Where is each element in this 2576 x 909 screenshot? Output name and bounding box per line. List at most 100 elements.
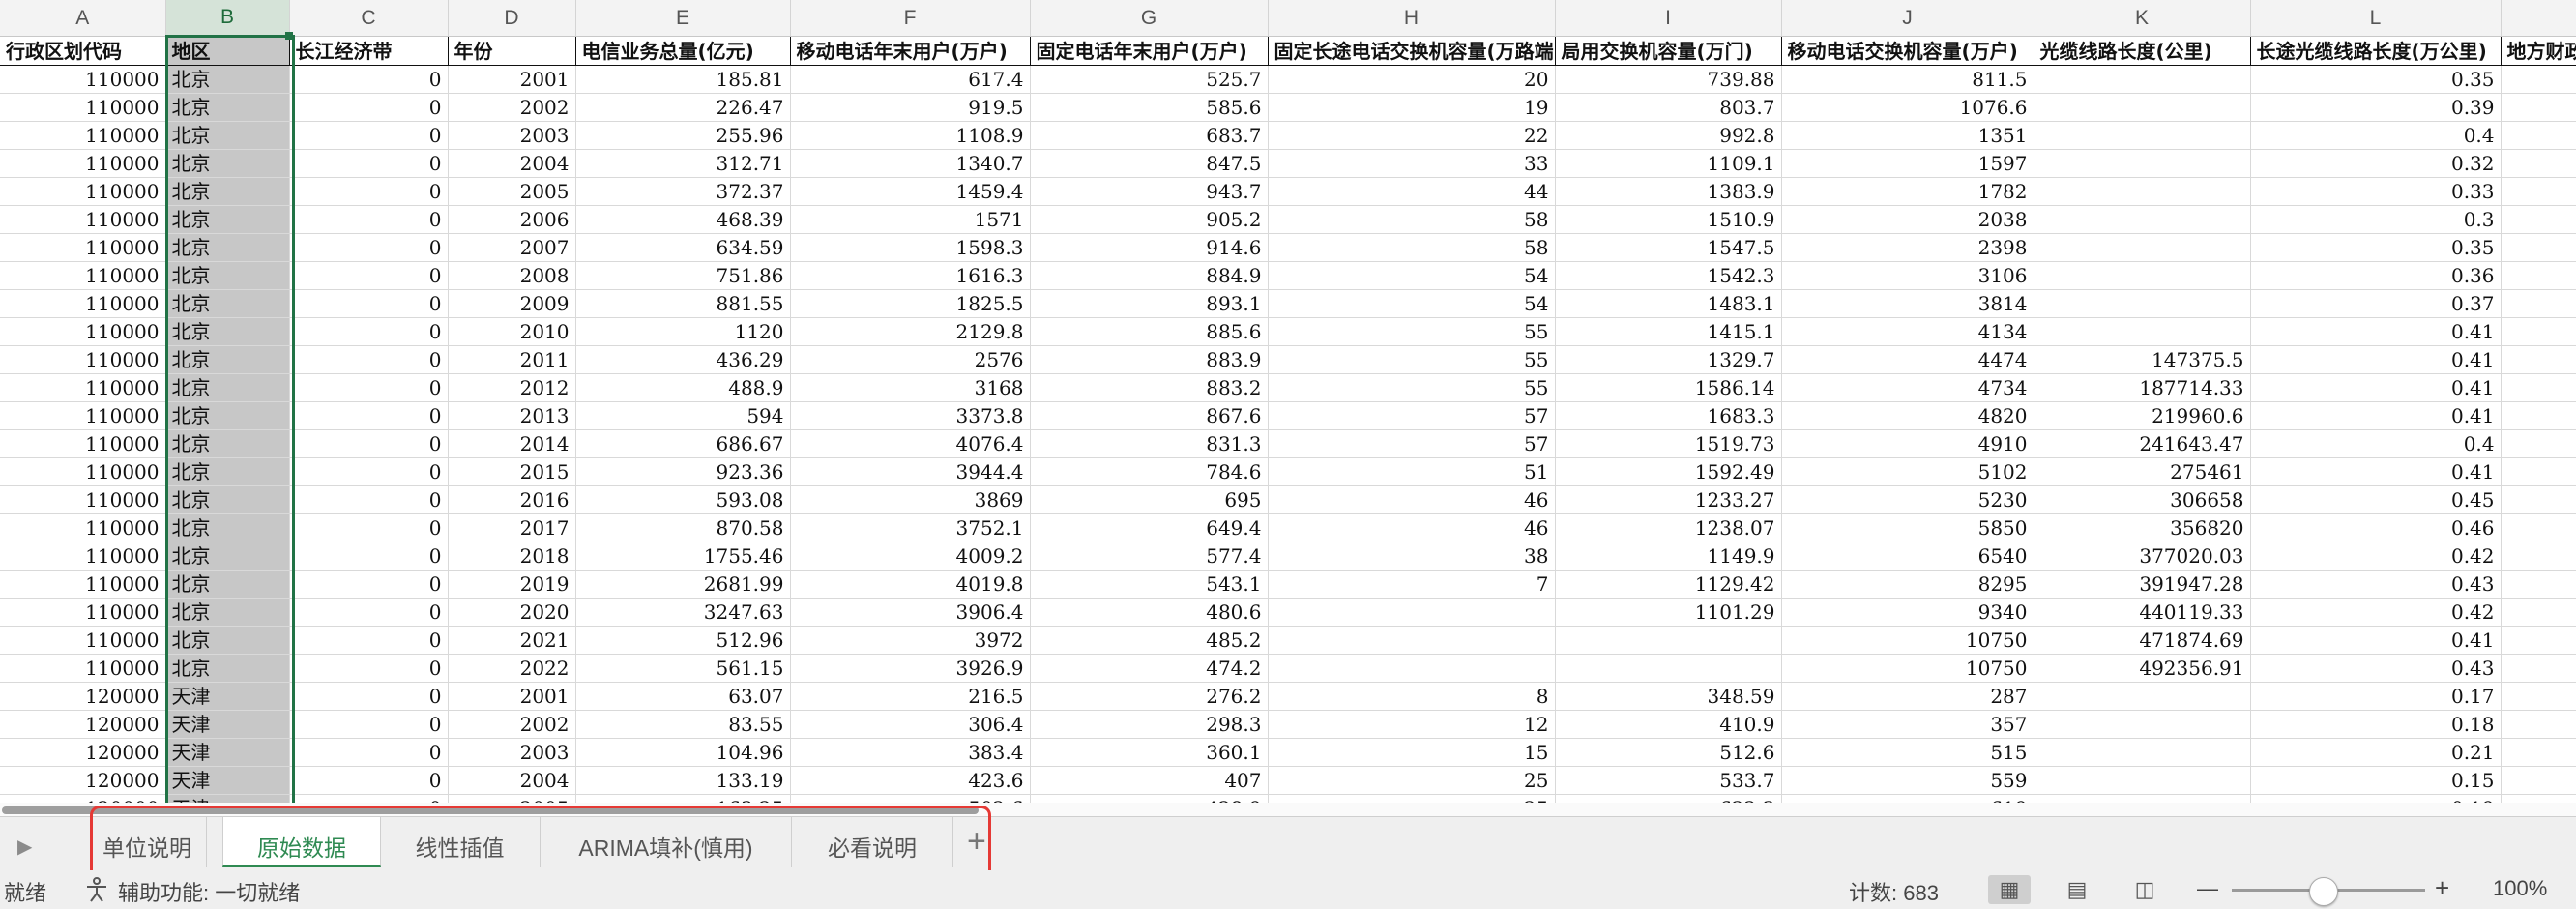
data-table[interactable]: ABCDEFGHIJKL 行政区划代码 地区 长江经济带 年份 电信业务总量(亿元) 移动… [0,0,2576,803]
column-header[interactable]: C [289,0,449,37]
cell[interactable]: 0.19 [2250,794,2502,803]
cell[interactable]: 2002 [448,710,576,739]
cell[interactable]: 241643.47 [2034,429,2251,458]
cell[interactable] [2501,513,2576,542]
cell[interactable]: 2005 [448,177,576,206]
cell[interactable]: 3752.1 [790,513,1031,542]
cell[interactable] [2501,654,2576,683]
cell[interactable]: 1547.5 [1555,233,1782,262]
cell[interactable]: 2038 [1781,205,2034,234]
cell[interactable]: 110000 [0,289,166,318]
cell[interactable]: 276.2 [1030,682,1269,711]
cell[interactable]: 北京 [165,65,290,94]
cell[interactable]: 695 [1030,485,1269,514]
cell[interactable]: 0.41 [2250,373,2502,402]
cell[interactable]: 北京 [165,233,290,262]
header-cell[interactable]: 电信业务总量(亿元) [575,36,791,66]
cell[interactable]: 784.6 [1030,457,1269,486]
cell[interactable]: 881.55 [575,289,791,318]
cell[interactable]: 803.7 [1555,93,1782,122]
cell[interactable]: 585.6 [1030,93,1269,122]
cell[interactable]: 2001 [448,682,576,711]
cell[interactable]: 3373.8 [790,401,1031,430]
cell[interactable]: 6540 [1781,542,2034,571]
cell[interactable]: 1519.73 [1555,429,1782,458]
cell[interactable]: 306.4 [790,710,1031,739]
cell[interactable]: 468.39 [575,205,791,234]
cell[interactable]: 147375.5 [2034,345,2251,374]
cell[interactable]: 474.2 [1030,654,1269,683]
accessibility-status[interactable]: 辅助功能: 一切就绪 [118,876,300,907]
horizontal-scrollbar[interactable] [0,803,2576,816]
zoom-in-button[interactable]: + [2435,873,2449,903]
cell[interactable]: 0 [289,177,449,206]
cell[interactable]: 2008 [448,261,576,290]
cell[interactable]: 北京 [165,654,290,683]
cell[interactable]: 110000 [0,177,166,206]
cell[interactable]: 5850 [1781,513,2034,542]
cell[interactable]: 110000 [0,570,166,599]
cell[interactable] [2501,429,2576,458]
tab-raw-data[interactable]: 原始数据 [222,817,381,867]
cell[interactable]: 110000 [0,345,166,374]
cell[interactable]: 2020 [448,598,576,627]
cell[interactable] [2501,149,2576,178]
cell[interactable] [2034,766,2251,795]
cell[interactable]: 885.6 [1030,317,1269,346]
cell[interactable]: 1782 [1781,177,2034,206]
zoom-slider-knob[interactable] [2309,877,2338,906]
zoom-level[interactable]: 100% [2493,876,2547,901]
header-cell[interactable]: 光缆线路长度(公里) [2034,36,2251,66]
cell[interactable] [2501,261,2576,290]
column-header[interactable]: B [165,0,290,38]
cell[interactable]: 2001 [448,65,576,94]
cell[interactable]: 3972 [790,626,1031,655]
cell[interactable]: 1383.9 [1555,177,1782,206]
cell[interactable]: 北京 [165,317,290,346]
cell[interactable]: 0 [289,233,449,262]
cell[interactable]: 3944.4 [790,457,1031,486]
cell[interactable]: 110000 [0,485,166,514]
cell[interactable]: 天津 [165,794,290,803]
cell[interactable] [2034,682,2251,711]
cell[interactable]: 51 [1268,457,1556,486]
cell[interactable] [2501,233,2576,262]
cell[interactable] [2034,121,2251,150]
cell[interactable]: 1598.3 [790,233,1031,262]
cell[interactable]: 0 [289,738,449,767]
cell[interactable]: 55 [1268,317,1556,346]
cell[interactable]: 55 [1268,345,1556,374]
header-cell[interactable]: 行政区划代码 [0,36,166,66]
cell[interactable] [2501,93,2576,122]
cell[interactable]: 2013 [448,401,576,430]
cell[interactable]: 0.15 [2250,766,2502,795]
tab-arima-fill[interactable]: ARIMA填补(慎用) [541,817,792,867]
cell[interactable]: 2022 [448,654,576,683]
cell[interactable] [2501,738,2576,767]
cell[interactable]: 649.4 [1030,513,1269,542]
cell[interactable]: 619 [1781,794,2034,803]
cell[interactable]: 北京 [165,149,290,178]
cell[interactable]: 1542.3 [1555,261,1782,290]
cell[interactable]: 515 [1781,738,2034,767]
cell[interactable]: 120000 [0,794,166,803]
cell[interactable] [2501,570,2576,599]
cell[interactable]: 北京 [165,93,290,122]
cell[interactable]: 2398 [1781,233,2034,262]
cell[interactable]: 0.37 [2250,289,2502,318]
cell[interactable] [2501,373,2576,402]
cell[interactable]: 0.4 [2250,429,2502,458]
cell[interactable]: 北京 [165,429,290,458]
cell[interactable]: 287 [1781,682,2034,711]
cell[interactable] [2501,345,2576,374]
cell[interactable] [1555,626,1782,655]
cell[interactable]: 683.7 [1030,121,1269,150]
cell[interactable]: 219960.6 [2034,401,2251,430]
cell[interactable]: 867.6 [1030,401,1269,430]
cell[interactable] [2034,93,2251,122]
cell[interactable] [2501,121,2576,150]
cell[interactable]: 110000 [0,233,166,262]
cell[interactable]: 1108.9 [790,121,1031,150]
zoom-out-button[interactable]: — [2197,876,2218,901]
header-cell[interactable]: 地方财政 [2501,36,2576,66]
